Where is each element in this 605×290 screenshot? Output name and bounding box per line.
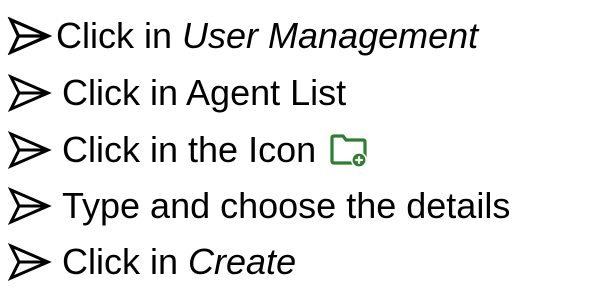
step-text: Click in User Management: [56, 15, 479, 56]
list-item: Type and choose the details: [6, 178, 510, 234]
folder-add-icon: [330, 134, 368, 168]
arrow-bullet-icon: [7, 17, 52, 55]
step-text: Click in Create: [62, 241, 297, 282]
step-text: Type and choose the details: [62, 185, 511, 226]
list-item: Click in Agent List: [6, 65, 346, 121]
list-item: Click in the Icon: [6, 122, 368, 178]
arrow-bullet-icon: [7, 243, 52, 281]
arrow-bullet-icon: [7, 187, 52, 225]
arrow-bullet-icon: [7, 131, 52, 169]
step-text: Click in Agent List: [62, 72, 347, 113]
list-item: Click in User Management: [6, 8, 478, 64]
step-text: Click in the Icon: [62, 129, 317, 170]
list-item: Click in Create: [6, 234, 296, 290]
instruction-list: Click in User Management Click in Agent …: [0, 0, 605, 286]
arrow-bullet-icon: [7, 74, 52, 112]
